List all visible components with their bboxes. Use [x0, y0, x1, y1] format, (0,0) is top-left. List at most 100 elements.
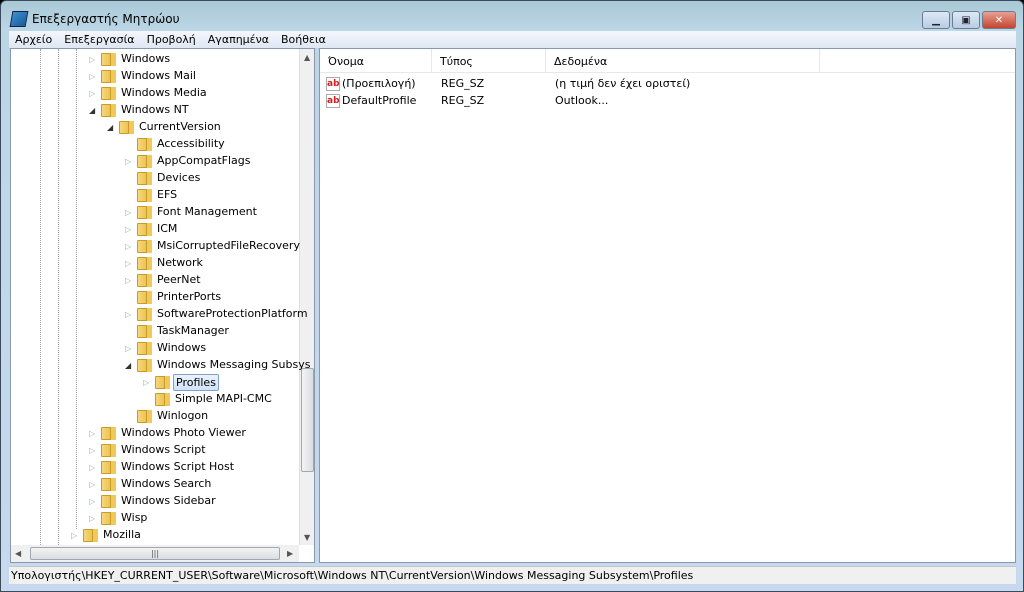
scrollbar-thumb[interactable]: ||| — [30, 547, 280, 560]
tree-node-label: Font Management — [157, 205, 257, 218]
tree-node-label: Network — [157, 256, 203, 269]
folder-icon — [101, 495, 116, 508]
tree-node[interactable]: ▷ Windows — [11, 340, 299, 357]
folder-icon — [83, 529, 98, 542]
collapse-arrow-icon[interactable]: ◢ — [89, 106, 97, 115]
registry-editor-icon — [9, 11, 29, 27]
tree-node[interactable]: ▷ Windows — [11, 51, 299, 68]
column-header-type[interactable]: Τύπος — [432, 49, 546, 73]
collapse-arrow-icon[interactable]: ◢ — [107, 123, 115, 132]
tree-node[interactable]: ▷ AppCompatFlags — [11, 153, 299, 170]
expand-arrow-icon[interactable]: ▷ — [89, 463, 97, 472]
tree-node[interactable]: ▷ Wisp — [11, 510, 299, 527]
expand-arrow-icon[interactable]: ▷ — [89, 89, 97, 98]
expand-arrow-icon[interactable]: ▷ — [125, 276, 133, 285]
scroll-down-icon[interactable]: ▼ — [304, 533, 310, 542]
tree-node[interactable]: ▷ Windows Script Host — [11, 459, 299, 476]
expand-arrow-icon[interactable]: ▷ — [89, 429, 97, 438]
expand-arrow-icon[interactable]: ▷ — [89, 72, 97, 81]
tree-node-label: Windows — [121, 52, 171, 65]
tree-node-label: Devices — [157, 171, 201, 184]
tree-node[interactable]: ▷ Network — [11, 255, 299, 272]
tree-node[interactable]: ▷ Font Management — [11, 204, 299, 221]
expand-arrow-icon[interactable]: ▷ — [125, 208, 133, 217]
tree-node[interactable]: ▷ Windows Sidebar — [11, 493, 299, 510]
tree-node[interactable]: ▷ Windows Mail — [11, 68, 299, 85]
expand-arrow-icon[interactable]: ▷ — [89, 497, 97, 506]
tree-node[interactable]: ▷ Profiles — [11, 374, 299, 391]
expand-arrow-icon[interactable]: ▷ — [89, 514, 97, 523]
tree-node[interactable]: Winlogon — [11, 408, 299, 425]
menu-help[interactable]: Βοήθεια — [275, 33, 332, 46]
tree-node[interactable]: ◢ CurrentVersion — [11, 119, 299, 136]
expand-arrow-icon[interactable]: ▷ — [125, 242, 133, 251]
tree-node[interactable]: TaskManager — [11, 323, 299, 340]
expand-arrow-icon[interactable]: ▷ — [125, 157, 133, 166]
close-button[interactable]: ✕ — [982, 11, 1016, 29]
tree-node[interactable]: ▷ ICM — [11, 221, 299, 238]
tree-node[interactable]: ▷ Mozilla — [11, 527, 299, 544]
tree-node-label: ICM — [157, 222, 178, 235]
menu-edit[interactable]: Επεξεργασία — [58, 33, 140, 46]
expand-arrow-icon[interactable]: ▷ — [125, 225, 133, 234]
column-header-data[interactable]: Δεδομένα — [546, 49, 820, 73]
scroll-right-icon[interactable]: ▶ — [287, 549, 293, 558]
tree-node[interactable]: EFS — [11, 187, 299, 204]
tree-node[interactable]: Devices — [11, 170, 299, 187]
collapse-arrow-icon[interactable]: ◢ — [125, 361, 133, 370]
expand-arrow-icon[interactable]: ▷ — [71, 531, 79, 540]
expand-arrow-icon[interactable]: ▷ — [89, 446, 97, 455]
value-name: (Προεπιλογή) — [342, 77, 416, 90]
values-list: Όνομα Τύπος Δεδομένα ab (Προεπιλογή) REG… — [319, 48, 1016, 563]
folder-icon — [137, 308, 152, 321]
list-row[interactable]: ab (Προεπιλογή) REG_SZ (η τιμή δεν έχει … — [320, 75, 820, 92]
status-bar: Υπολογιστής\HKEY_CURRENT_USER\Software\M… — [9, 566, 1016, 584]
tree-node-label: AppCompatFlags — [157, 154, 251, 167]
menu-view[interactable]: Προβολή — [141, 33, 202, 46]
expand-arrow-icon[interactable]: ▷ — [125, 310, 133, 319]
tree-node[interactable]: ▷ PeerNet — [11, 272, 299, 289]
column-header-name[interactable]: Όνομα — [320, 49, 432, 73]
maximize-button[interactable]: ▣ — [952, 11, 980, 29]
string-value-icon: ab — [326, 93, 340, 108]
tree-node[interactable]: Simple MAPI-CMC — [11, 391, 299, 408]
list-row[interactable]: ab DefaultProfile REG_SZ Outlook... — [320, 92, 820, 109]
value-type: REG_SZ — [441, 94, 485, 107]
expand-arrow-icon[interactable]: ▷ — [125, 344, 133, 353]
folder-icon — [101, 478, 116, 491]
menu-favorites[interactable]: Αγαπημένα — [202, 33, 275, 46]
tree-node-label: EFS — [157, 188, 178, 201]
tree-node-label: Windows Sidebar — [121, 494, 216, 507]
folder-icon — [101, 461, 116, 474]
expand-arrow-icon[interactable]: ▷ — [143, 378, 151, 387]
tree-node[interactable]: ▷ Windows Media — [11, 85, 299, 102]
tree-node[interactable]: ▷ Windows Search — [11, 476, 299, 493]
menu-file[interactable]: Αρχείο — [9, 33, 58, 46]
tree-vertical-scrollbar[interactable]: ▲ ▼ — [299, 49, 314, 545]
tree-node[interactable]: ◢ Windows Messaging Subsys — [11, 357, 310, 374]
folder-icon — [155, 393, 170, 406]
tree-node[interactable]: Accessibility — [11, 136, 299, 153]
tree-node-label: Windows Mail — [121, 69, 196, 82]
tree-node-label: Winlogon — [157, 409, 209, 422]
scrollbar-thumb[interactable] — [301, 368, 314, 472]
folder-icon — [137, 257, 152, 270]
tree-node-label: Windows NT — [121, 103, 189, 116]
tree-node[interactable]: ◢ Windows NT — [11, 102, 299, 119]
tree-horizontal-scrollbar[interactable]: ◀ ||| ▶ — [11, 545, 299, 562]
expand-arrow-icon[interactable]: ▷ — [89, 480, 97, 489]
scroll-up-icon[interactable]: ▲ — [304, 53, 310, 62]
folder-icon — [101, 444, 116, 457]
tree-node[interactable]: ▷ Windows Script — [11, 442, 299, 459]
folder-icon — [137, 359, 152, 372]
tree-node[interactable]: PrinterPorts — [11, 289, 299, 306]
value-data: (η τιμή δεν έχει οριστεί) — [555, 77, 691, 90]
tree-node[interactable]: ▷ MsiCorruptedFileRecovery — [11, 238, 300, 255]
expand-arrow-icon[interactable]: ▷ — [89, 55, 97, 64]
minimize-button[interactable]: ▁ — [922, 11, 950, 29]
tree-node[interactable]: ▷ SoftwareProtectionPlatform — [11, 306, 308, 323]
tree-node[interactable]: ▷ Windows Photo Viewer — [11, 425, 299, 442]
expand-arrow-icon[interactable]: ▷ — [125, 259, 133, 268]
scroll-left-icon[interactable]: ◀ — [15, 549, 21, 558]
folder-icon — [137, 138, 152, 151]
